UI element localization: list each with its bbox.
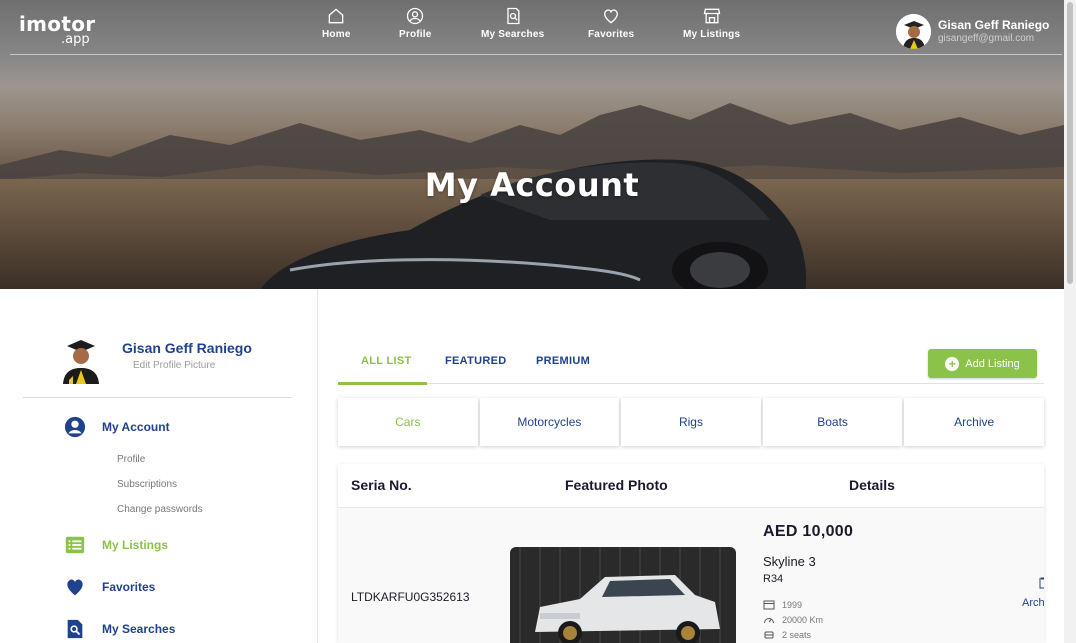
heart-icon [67,579,83,596]
tab-featured[interactable]: FEATURED [445,355,506,367]
avatar [896,14,931,49]
scrollbar-thumb[interactable] [1067,2,1073,284]
profile-name: Gisan Geff Raniego [122,340,252,356]
listing-mileage-text: 20000 Km [782,614,824,625]
column-header-details: Details [849,477,895,493]
nav-profile-label: Profile [399,29,432,40]
column-header-serial: Seria No. [351,477,412,493]
profile-avatar[interactable] [59,336,101,384]
sidebar-item-my-account[interactable]: My Account [64,416,170,438]
edit-profile-picture-link[interactable]: Edit Profile Picture [133,360,215,371]
profile-graduate-illustration [63,340,99,384]
listing-year-text: 1999 [782,599,803,610]
car-seat-icon [764,631,774,639]
nav-profile[interactable]: Profile [399,6,432,46]
user-email: gisangeff@gmail.com [938,32,1035,44]
list-icon [65,536,85,554]
nav-my-listings-label: My Listings [683,29,741,40]
listings-panel: ALL LIST FEATURED PREMIUM + Add Listing … [318,289,1064,643]
sidebar-divider [23,397,291,398]
nav-my-searches[interactable]: My Searches [481,6,544,46]
nav-my-searches-label: My Searches [481,29,545,40]
avatar-graduate-illustration [896,14,931,49]
account-circle-icon [64,416,86,438]
sidebar-sub-profile[interactable]: Profile [117,454,145,465]
search-document-icon [67,619,83,639]
logo-text-main: imotor [19,12,96,36]
account-sidebar: Gisan Geff Raniego Edit Profile Picture … [0,289,318,643]
nav-favorites[interactable]: Favorites [588,6,634,46]
tab-premium[interactable]: PREMIUM [536,355,590,367]
category-archive[interactable]: Archive [904,398,1044,446]
sidebar-item-my-listings[interactable]: My Listings [64,534,168,556]
active-tab-indicator [338,382,427,385]
header-divider [10,54,1062,55]
nav-my-listings[interactable]: My Listings [683,6,740,46]
user-name: Gisan Geff Raniego [938,18,1050,33]
archive-button[interactable]: Archive [1022,597,1044,609]
column-header-photo: Featured Photo [565,477,668,493]
top-navigation: imotor .app Home Profile My Searches Fav… [0,0,1064,55]
tab-all-list[interactable]: ALL LIST [361,355,411,367]
car-photo-illustration [510,547,736,643]
serial-number: LTDKARFU0G352613 [351,590,470,604]
listings-table: Seria No. Featured Photo Details LTDKARF… [338,464,1044,643]
listing-seats: 2 seats [763,629,811,640]
speedometer-icon [764,618,774,624]
plus-icon: + [945,356,960,371]
category-tabs: Cars Motorcycles Rigs Boats Archive [338,398,1044,446]
sidebar-item-label: My Listings [102,538,169,552]
user-menu[interactable]: Gisan Geff Raniego gisangeff@gmail.com [896,14,1049,49]
featured-photo[interactable] [510,547,736,643]
listing-variant: R34 [763,573,784,585]
category-motorcycles[interactable]: Motorcycles [479,398,620,446]
sidebar-item-favorites[interactable]: Favorites [64,576,155,598]
page-scrollbar[interactable] [1064,0,1076,643]
listing-seats-text: 2 seats [782,629,812,640]
category-cars[interactable]: Cars [338,398,478,446]
sidebar-item-label: My Account [102,420,170,434]
home-icon [328,8,344,24]
sidebar-sub-subscriptions[interactable]: Subscriptions [117,479,177,490]
nav-home[interactable]: Home [322,6,351,46]
calendar-icon [763,600,775,610]
category-rigs[interactable]: Rigs [621,398,761,446]
store-icon [703,8,720,24]
page-title: My Account [424,166,640,204]
archive-icon[interactable] [1038,577,1044,589]
sidebar-item-label: Favorites [102,580,156,594]
nav-favorites-label: Favorites [588,29,635,40]
search-document-icon [507,7,520,25]
nav-home-label: Home [322,29,351,40]
listing-price: AED 10,000 [763,523,854,540]
category-boats[interactable]: Boats [762,398,903,446]
add-listing-button[interactable]: + Add Listing [928,349,1037,378]
listing-mileage: 20000 Km [763,614,823,625]
listing-year: 1999 [763,599,802,610]
heart-icon [604,9,619,24]
table-row[interactable]: LTDKARFU0G352613 AED 10,000 Skyline 3 R3… [338,508,1044,643]
sidebar-sub-change-passwords[interactable]: Change passwords [117,504,203,515]
user-circle-icon [407,7,424,25]
add-listing-label: Add Listing [965,357,1020,370]
sidebar-item-label: My Searches [102,622,176,636]
sidebar-item-my-searches[interactable]: My Searches [64,618,175,640]
table-header: Seria No. Featured Photo Details [338,464,1044,508]
listing-model: Skyline 3 [763,554,816,569]
imotor-logo[interactable]: imotor .app [19,14,95,46]
